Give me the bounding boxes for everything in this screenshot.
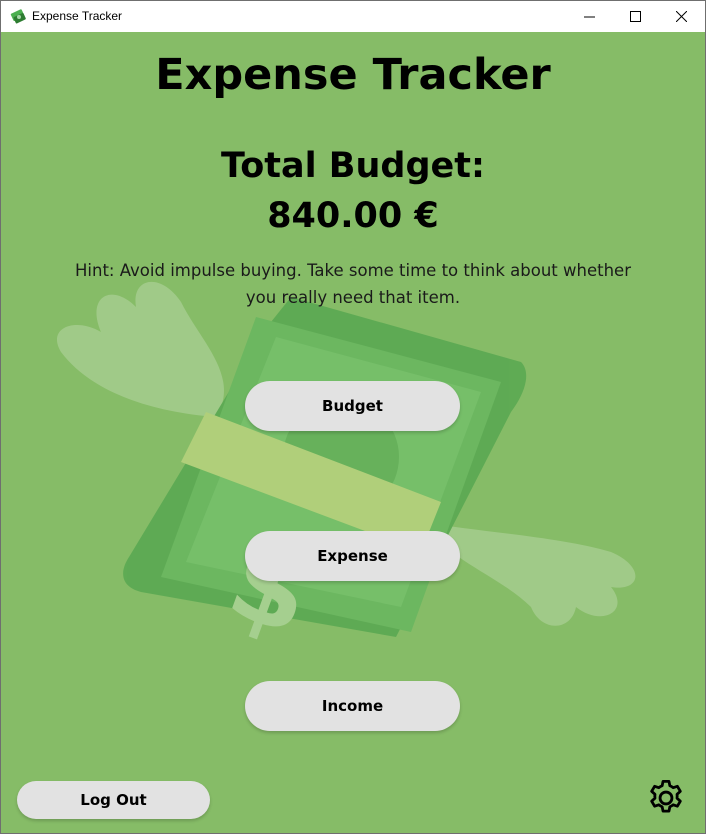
main-content: $ Expense Tracker Total Budget: 840.00 €… bbox=[1, 32, 705, 833]
app-window: Expense Tracker $ Expense Tracker Total … bbox=[0, 0, 706, 834]
maximize-icon bbox=[629, 11, 641, 22]
logout-button[interactable]: Log Out bbox=[17, 781, 210, 819]
total-budget-label: Total Budget: bbox=[221, 146, 485, 186]
close-icon bbox=[675, 11, 687, 22]
app-title: Expense Tracker bbox=[155, 50, 551, 100]
window-title: Expense Tracker bbox=[32, 9, 123, 23]
minimize-icon bbox=[583, 16, 595, 18]
hint-text: Hint: Avoid impulse buying. Take some ti… bbox=[75, 261, 631, 307]
gear-icon[interactable] bbox=[645, 777, 687, 819]
maximize-button[interactable] bbox=[612, 1, 658, 32]
budget-button[interactable]: Budget bbox=[245, 381, 460, 431]
title-bar[interactable]: Expense Tracker bbox=[1, 1, 705, 32]
close-button[interactable] bbox=[658, 1, 704, 32]
total-budget-value: 840.00 € bbox=[267, 196, 439, 236]
minimize-button[interactable] bbox=[566, 1, 612, 32]
expense-button[interactable]: Expense bbox=[245, 531, 460, 581]
money-icon bbox=[10, 9, 26, 24]
income-button[interactable]: Income bbox=[245, 681, 460, 731]
